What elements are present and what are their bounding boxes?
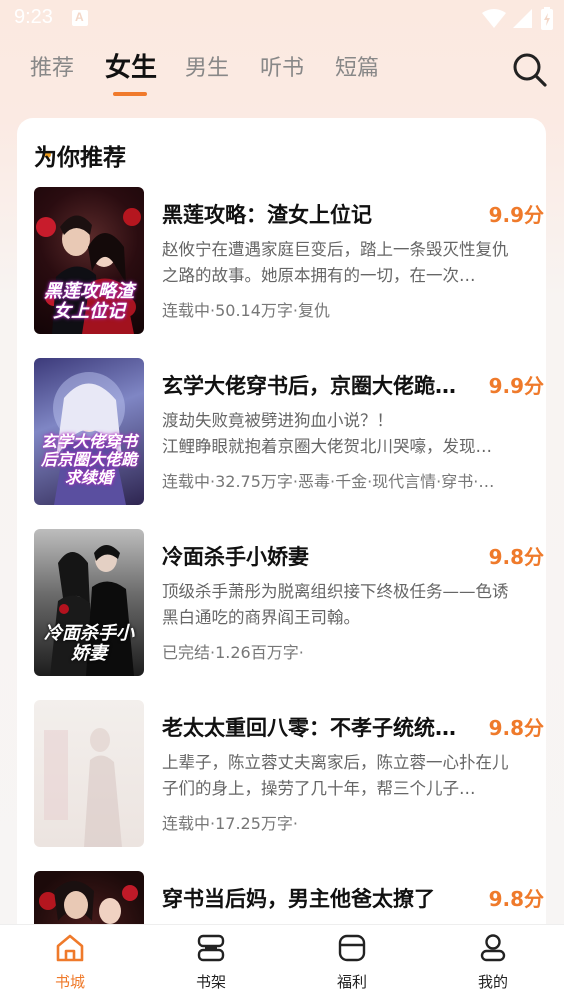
gift-icon [338,934,366,962]
nav-label: 福利 [336,973,367,991]
book-meta: 已完结·1.26百万字· [162,643,304,662]
user-icon [480,934,506,962]
battery-icon [541,7,553,30]
book-title[interactable]: 玄学大佬穿书后，京圈大佬跪… [162,370,462,400]
nav-label: 书架 [195,973,226,991]
status-bar: 9:23 [0,0,564,40]
book-item[interactable]: 老太太重回八零：不孝子统统… 9.8分 上辈子，陈立蓉丈夫离家后，陈立蓉一心扑在… [34,700,544,850]
book-score: 9.9分 [488,374,544,398]
category-tabs: 推荐 女生 男生 听书 短篇 [0,50,564,100]
nav-mine[interactable]: 我的 [443,933,543,992]
book-title[interactable]: 冷面杀手小娇妻 [162,541,462,571]
book-score: 9.9分 [488,203,544,227]
book-cover[interactable] [34,700,144,847]
book-item[interactable]: 黑莲攻略渣女上位记 黑莲攻略：渣女上位记 9.9分 赵攸宁在遭遇家庭巨变后，踏上… [34,187,544,337]
book-cover[interactable]: 玄学大佬穿书后京圈大佬跪求续婚 [34,358,144,505]
cover-title-text: 玄学大佬穿书后京圈大佬跪求续婚 [40,432,137,487]
book-description: 上辈子，陈立蓉丈夫离家后，陈立蓉一心扑在儿子们的身上，操劳了几十年，帮三个儿子… [162,753,509,798]
recommend-card: 为你推荐 黑莲攻略渣女上位记 黑莲攻略：渣女上位记 9.9分 赵攸宁在遭遇家庭巨… [17,118,546,948]
wifi-icon [482,9,506,28]
book-meta: 连载中·32.75万字·恶毒·千金·现代言情·穿书·… [162,472,495,491]
notification-icon [72,10,88,26]
book-cover[interactable]: 黑莲攻略渣女上位记 [34,187,144,334]
book-title[interactable]: 老太太重回八零：不孝子统统… [162,712,462,742]
bottom-nav: 书城 书架 福利 我的 [0,924,564,1005]
book-score: 9.8分 [488,545,544,569]
book-item[interactable]: 冷面杀手小娇妻 冷面杀手小娇妻 9.8分 顶级杀手萧彤为脱离组织接下终极任务——… [34,529,544,679]
book-cover[interactable]: 冷面杀手小娇妻 [34,529,144,676]
book-meta: 连载中·50.14万字·复仇 [162,301,330,320]
tab-male[interactable]: 男生 [185,50,229,82]
active-tab-indicator [113,92,147,96]
book-meta: 连载中·17.25万字· [162,814,298,833]
search-icon[interactable] [512,52,548,88]
tab-short[interactable]: 短篇 [335,50,379,82]
book-score: 9.8分 [488,716,544,740]
book-title[interactable]: 黑莲攻略：渣女上位记 [162,199,462,229]
nav-label: 我的 [477,973,508,991]
cover-title-text: 黑莲攻略渣女上位记 [44,281,134,322]
book-title[interactable]: 穿书当后妈，男主他爸太撩了 [162,883,462,913]
book-item[interactable]: 玄学大佬穿书后京圈大佬跪求续婚 玄学大佬穿书后，京圈大佬跪… 9.9分 渡劫失败… [34,358,544,508]
book-score: 9.8分 [488,887,544,911]
tab-audiobook[interactable]: 听书 [260,50,304,82]
signal-icon [513,9,532,28]
nav-bookshelf[interactable]: 书架 [161,933,261,992]
book-description: 赵攸宁在遭遇家庭巨变后，踏上一条毁灭性复仇之路的故事。她原本拥有的一切，在一次… [162,240,509,285]
cover-illustration [44,728,122,847]
section-title: 为你推荐 [34,145,126,171]
book-description: 渡劫失败竟被劈进狗血小说？！ 江鲤睁眼就抱着京圈大佬贺北川哭嚎，发现… [162,411,492,456]
tab-female[interactable]: 女生 [105,47,157,84]
nav-bookstore[interactable]: 书城 [20,933,120,992]
book-description: 顶级杀手萧彤为脱离组织接下终极任务——色诱黑白通吃的商界阎王司翰。 [162,582,509,627]
bookshelf-icon [197,934,225,962]
tab-recommend[interactable]: 推荐 [30,50,74,82]
nav-label: 书城 [54,973,85,991]
cover-title-text: 冷面杀手小娇妻 [44,623,134,664]
status-time: 9:23 [14,6,53,28]
nav-welfare[interactable]: 福利 [302,933,402,992]
home-icon [56,934,84,962]
